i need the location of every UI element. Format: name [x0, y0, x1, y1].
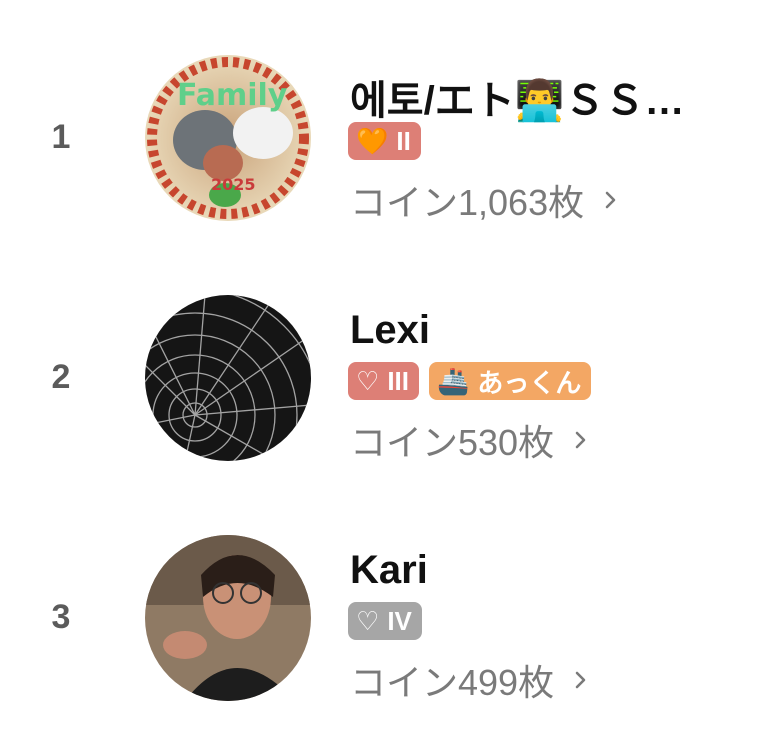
heart-icon: 🧡: [356, 126, 389, 156]
avatar[interactable]: Family 2025: [145, 55, 311, 221]
svg-text:Family: Family: [177, 78, 288, 113]
fan-level-badge: ♡ IV: [348, 602, 422, 640]
ranking-row-1[interactable]: 1 Family 2025 에토/エト👨‍💻ＳＳ… 🧡 II コイン1,: [0, 38, 779, 238]
chevron-right-icon: [575, 431, 586, 449]
user-name: Kari: [350, 548, 428, 592]
coin-count-link[interactable]: コイン1,063枚: [350, 174, 620, 226]
svg-text:2025: 2025: [211, 175, 256, 194]
fan-level-badge: ♡ III: [348, 362, 419, 400]
ship-icon: 🚢: [436, 366, 470, 396]
chevron-right-icon: [605, 191, 616, 209]
avatar[interactable]: [145, 535, 311, 701]
avatar[interactable]: [145, 295, 311, 461]
rank-number: 1: [51, 118, 71, 156]
ranking-row-3[interactable]: 3 Kari ♡ IV コイン499枚: [0, 518, 779, 718]
coin-count-link[interactable]: コイン499枚: [350, 654, 590, 706]
heart-icon: ♡: [356, 366, 380, 396]
chevron-right-icon: [575, 671, 586, 689]
coin-count-link[interactable]: コイン530枚: [350, 414, 590, 466]
ranking-row-2[interactable]: 2 Lexi ♡ III 🚢 あっくん コイン530枚: [0, 278, 779, 478]
supporter-badge: 🚢 あっくん: [428, 362, 592, 400]
user-name: 에토/エト👨‍💻ＳＳ…: [350, 79, 685, 123]
rank-number: 3: [51, 598, 71, 636]
fan-level-badge: 🧡 II: [348, 122, 421, 160]
rank-number: 2: [51, 358, 71, 396]
user-name: Lexi: [350, 308, 431, 352]
heart-icon: ♡: [356, 606, 380, 636]
